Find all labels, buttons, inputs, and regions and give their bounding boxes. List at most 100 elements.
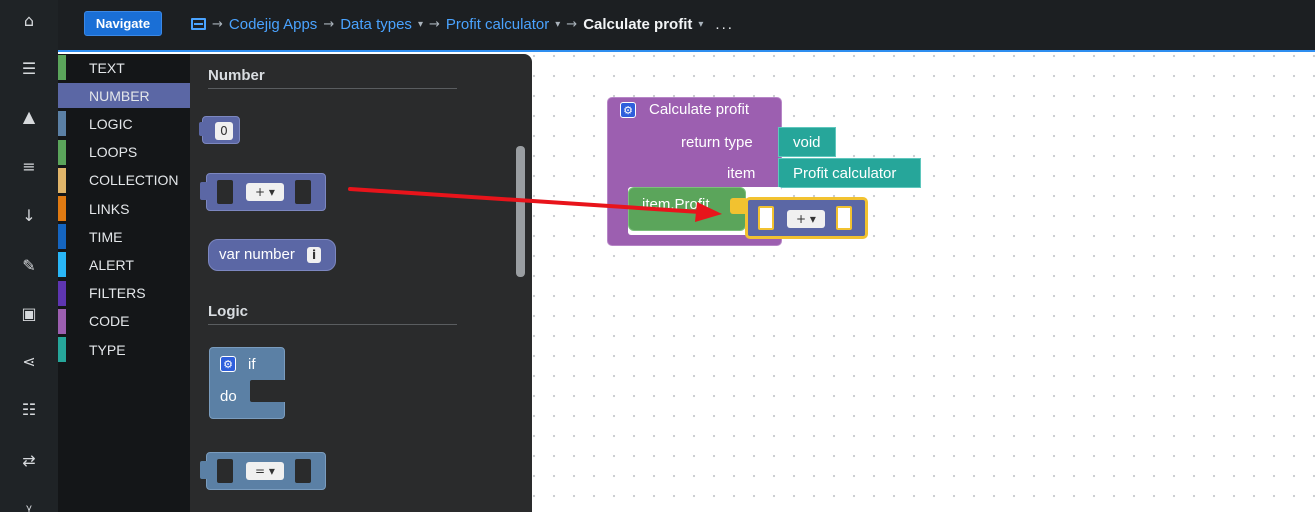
category-collection[interactable]: COLLECTION (58, 167, 190, 193)
archive-icon[interactable]: ▣ (0, 293, 58, 333)
category-label: LOGIC (89, 115, 133, 132)
home-icon[interactable]: ⌂ (0, 0, 58, 40)
dragged-arithmetic-block[interactable]: + ▾ (745, 197, 868, 239)
category-links[interactable]: LINKS (58, 196, 190, 221)
category-color-swatch (58, 196, 66, 221)
category-type[interactable]: TYPE (58, 337, 190, 362)
return-type-value-block[interactable]: void (778, 127, 836, 157)
category-number[interactable]: NUMBER (58, 83, 190, 109)
input-slot (217, 180, 233, 204)
breadcrumb-profit-calculator[interactable]: Profit calculator (446, 16, 549, 33)
navigate-button[interactable]: Navigate (84, 11, 162, 36)
category-label: TYPE (89, 341, 126, 358)
list-ordered-icon[interactable]: ☷ (0, 389, 58, 429)
category-color-swatch (58, 280, 66, 306)
category-color-swatch (58, 167, 66, 193)
category-filters[interactable]: FILTERS (58, 280, 190, 306)
category-color-swatch (58, 308, 66, 334)
info-icon[interactable]: i (307, 247, 321, 263)
category-label: TEXT (89, 59, 125, 76)
output-connector (200, 461, 208, 479)
category-alert[interactable]: ALERT (58, 252, 190, 278)
chevron-down-icon[interactable]: ▾ (555, 19, 560, 30)
arithmetic-block[interactable]: + ▾ (206, 173, 326, 211)
breadcrumb: → Codejig Apps → Data types ▾ → Profit c… (191, 14, 734, 34)
section-divider (208, 324, 457, 325)
section-divider (208, 88, 457, 89)
apps-icon[interactable] (191, 18, 206, 30)
gear-icon[interactable]: ⚙ (620, 102, 636, 118)
input-slot (836, 206, 852, 230)
category-code[interactable]: CODE (58, 308, 190, 334)
arithmetic-operator-dropdown[interactable]: + ▾ (787, 210, 825, 228)
chevron-down-icon[interactable]: ▾ (698, 19, 703, 30)
arrow-separator: → (428, 16, 440, 32)
share-icon[interactable]: ⋖ (0, 341, 58, 381)
category-color-swatch (58, 224, 66, 250)
category-color-swatch (58, 55, 66, 80)
output-connector (199, 122, 205, 136)
swap-icon[interactable]: ⇄ (0, 440, 58, 480)
sort-numeric-icon[interactable]: ↓ (0, 195, 58, 235)
item-value: Profit calculator (793, 164, 897, 182)
breadcrumb-codejig-apps[interactable]: Codejig Apps (229, 16, 317, 33)
top-bar: Navigate → Codejig Apps → Data types ▾ →… (58, 0, 1315, 52)
category-time[interactable]: TIME (58, 224, 190, 250)
arrow-separator: → (212, 16, 223, 32)
arrow-separator: → (566, 16, 578, 32)
more-breadcrumbs[interactable]: ... (715, 16, 734, 33)
var-number-label: var number (219, 246, 295, 263)
item-value-block[interactable]: Profit calculator (778, 158, 921, 188)
field-block-label: item.Profit (642, 196, 710, 213)
comparison-operator-dropdown[interactable]: = ▾ (246, 462, 284, 480)
section-title-number: Number (208, 67, 265, 84)
return-type-label: return type (681, 134, 753, 151)
breadcrumb-calculate-profit[interactable]: Calculate profit (583, 16, 692, 33)
input-slot (295, 459, 311, 483)
category-label: NUMBER (89, 87, 150, 104)
category-logic[interactable]: LOGIC (58, 111, 190, 137)
category-text[interactable]: TEXT (58, 55, 190, 80)
category-label: TIME (89, 228, 123, 245)
database-icon[interactable]: ☰ (0, 48, 58, 88)
toolbox-categories: TEXT NUMBER LOGIC LOOPS COLLECTION LINKS TIME A… (58, 54, 190, 512)
category-label: LINKS (89, 200, 130, 217)
category-loops[interactable]: LOOPS (58, 139, 190, 165)
item-label: item (727, 165, 756, 182)
section-title-logic: Logic (208, 303, 248, 320)
number-value-field[interactable]: 0 (215, 122, 233, 140)
icon-rail: ⌂ ☰ ▲ ≡ ↓ ✎ ▣ ⋖ ☷ ⇄ ᵞ (0, 0, 58, 512)
field-block-item-profit[interactable]: item.Profit (628, 187, 746, 231)
number-literal-block[interactable]: 0 (202, 116, 240, 144)
gear-icon[interactable]: ⚙ (220, 356, 236, 372)
category-color-swatch (58, 139, 66, 165)
breadcrumb-data-types[interactable]: Data types (340, 16, 412, 33)
category-label: CODE (89, 313, 130, 330)
arithmetic-operator-dropdown[interactable]: + ▾ (246, 183, 284, 201)
category-color-swatch (58, 252, 66, 278)
output-connector (200, 182, 208, 200)
category-label: FILTERS (89, 285, 146, 302)
function-title: Calculate profit (649, 101, 750, 118)
flyout-scrollbar[interactable] (516, 146, 525, 277)
input-slot (295, 180, 311, 204)
return-type-value: void (793, 133, 821, 151)
comparison-block[interactable]: = ▾ (206, 452, 326, 490)
category-color-swatch (58, 111, 66, 137)
chevron-down-icon[interactable]: ▾ (418, 19, 423, 30)
lock-icon[interactable]: ▲ (0, 96, 58, 136)
category-color-swatch (58, 337, 66, 362)
var-number-block[interactable]: var number i (208, 239, 336, 271)
input-slot (758, 206, 774, 230)
arrow-separator: → (323, 16, 335, 32)
do-label: do (220, 388, 237, 405)
if-do-block[interactable]: ⚙ if do (209, 347, 290, 419)
category-label: ALERT (89, 256, 134, 273)
input-slot (217, 459, 233, 483)
pencil-icon[interactable]: ✎ (0, 245, 58, 285)
menu-icon[interactable]: ≡ (0, 146, 58, 186)
statement-slot (250, 380, 290, 402)
blockly-workspace[interactable]: ⚙ Calculate profit return type item void… (532, 54, 1315, 512)
category-label: COLLECTION (89, 172, 179, 189)
code-branch-icon[interactable]: ᵞ (0, 490, 58, 512)
